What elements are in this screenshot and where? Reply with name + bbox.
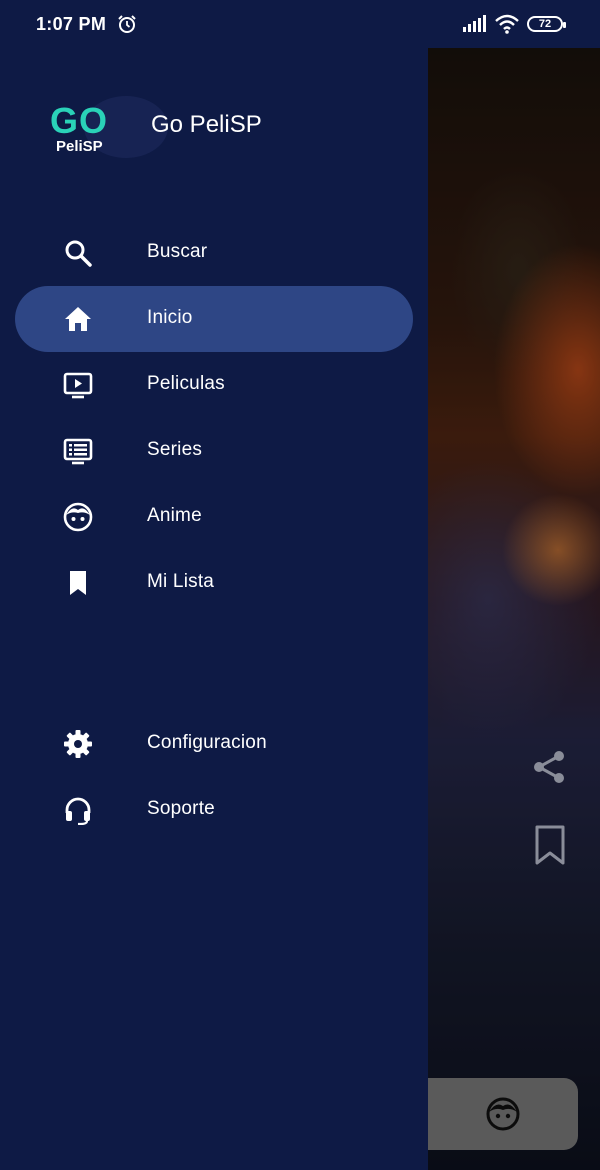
status-bar: 1:07 PM 72	[0, 0, 600, 48]
menu-item-anime[interactable]: Anime	[15, 484, 413, 550]
menu-item-soporte[interactable]: Soporte	[15, 777, 413, 843]
home-icon	[65, 307, 91, 331]
gear-icon	[64, 730, 92, 758]
menu-item-label: Soporte	[147, 798, 215, 819]
anime-face-icon	[486, 1097, 520, 1131]
anime-face-icon	[63, 502, 93, 532]
status-time: 1:07 PM	[36, 14, 107, 34]
menu-item-buscar[interactable]: Buscar	[15, 220, 413, 286]
share-icon[interactable]	[530, 748, 568, 786]
menu-item-peliculas[interactable]: Peliculas	[15, 352, 413, 418]
app-title: Go PeliSP	[151, 111, 262, 138]
logo-sub-text: PeliSP	[56, 138, 103, 155]
headset-icon	[65, 797, 91, 825]
wifi-icon	[495, 14, 519, 34]
menu-item-series[interactable]: Series	[15, 418, 413, 484]
menu-item-label: Configuracion	[147, 732, 267, 753]
alarm-icon	[118, 15, 136, 33]
menu-item-mi-lista[interactable]: Mi Lista	[15, 550, 413, 616]
series-list-icon	[63, 438, 93, 465]
movie-poster-image	[428, 40, 600, 1170]
battery-icon: 72	[527, 16, 566, 32]
movie-tv-icon	[63, 372, 93, 399]
search-icon	[65, 240, 92, 267]
signal-icon	[463, 15, 486, 32]
menu-item-label: Mi Lista	[147, 571, 215, 592]
app-logo: GO PeliSP	[48, 96, 168, 158]
logo-main-text: GO	[50, 100, 109, 141]
bookmark-outline-icon[interactable]	[533, 825, 567, 865]
menu-item-configuracion[interactable]: Configuracion	[15, 711, 413, 777]
menu-item-label: Buscar	[147, 241, 208, 262]
menu-item-label: Series	[147, 439, 203, 460]
menu-item-inicio[interactable]: Inicio	[15, 286, 413, 352]
menu-item-label: Anime	[147, 505, 202, 526]
bookmark-icon	[70, 571, 86, 595]
menu-item-label: Inicio	[147, 307, 193, 328]
menu-item-label: Peliculas	[147, 373, 225, 394]
